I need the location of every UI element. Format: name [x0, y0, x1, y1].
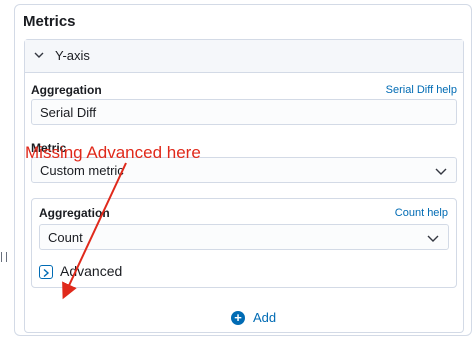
panel-title: Metrics — [23, 13, 76, 30]
aggregation-select[interactable]: Serial Diff — [31, 99, 457, 125]
inner-aggregation-select[interactable]: Count — [39, 224, 449, 250]
count-help-link[interactable]: Count help — [395, 207, 448, 219]
metrics-panel: Metrics Y-axis Aggregation Serial Diff h… — [14, 4, 472, 336]
drag-handle-icon[interactable] — [1, 252, 7, 262]
card-header-label: Y-axis — [55, 48, 90, 63]
inner-aggregation-select-value: Count — [48, 230, 83, 245]
chevron-right-icon — [43, 268, 50, 278]
add-button-label: Add — [253, 310, 277, 325]
metric-select-value: Custom metric — [40, 163, 124, 178]
plus-circle-icon: + — [231, 311, 245, 325]
chevron-down-icon[interactable] — [33, 49, 45, 61]
inner-aggregation-label: Aggregation — [39, 206, 110, 220]
annotation-text: Missing Advanced here — [25, 143, 201, 162]
advanced-label[interactable]: Advanced — [60, 263, 122, 279]
chevron-down-icon — [427, 235, 439, 242]
advanced-toggle-button[interactable] — [39, 265, 53, 279]
aggregation-select-value: Serial Diff — [40, 105, 97, 120]
aggregation-label: Aggregation — [31, 83, 102, 97]
metric-card-header[interactable]: Y-axis — [25, 40, 463, 73]
chevron-down-icon — [435, 168, 447, 175]
sub-metric-card: Aggregation Count help Count Advanced — [31, 198, 457, 288]
metric-card: Y-axis Aggregation Serial Diff help Seri… — [24, 39, 464, 333]
serial-diff-help-link[interactable]: Serial Diff help — [386, 84, 457, 96]
